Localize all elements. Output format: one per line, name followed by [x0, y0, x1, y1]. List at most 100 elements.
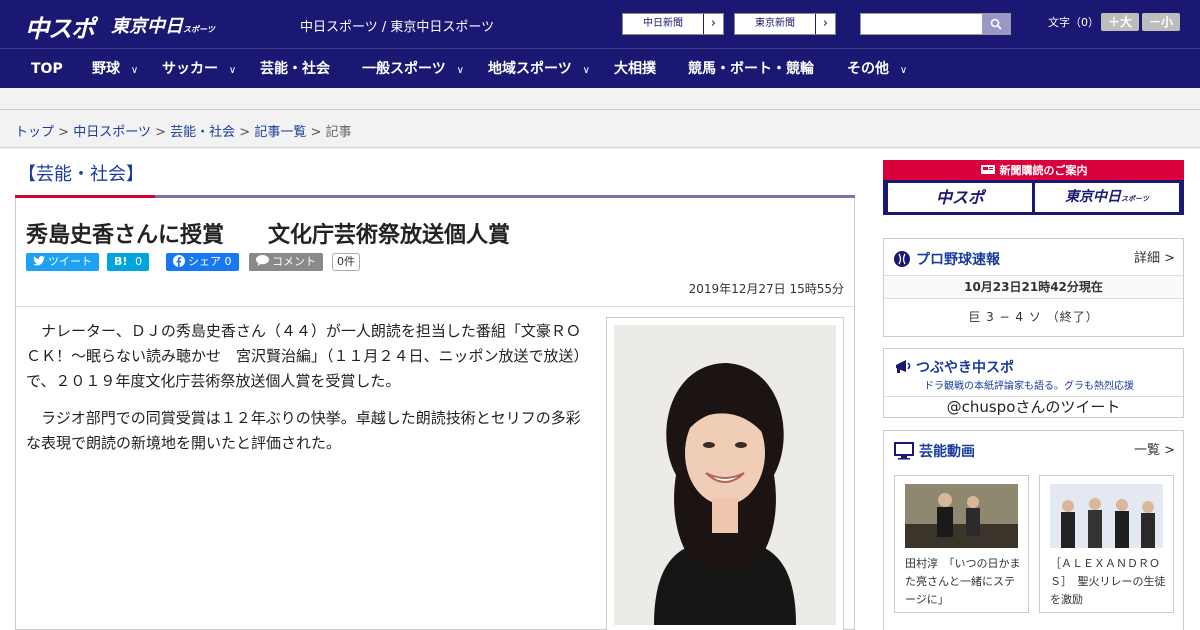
nav-item-entertainment[interactable]: 芸能・社会 — [260, 49, 330, 89]
tokyo-shimbun-label: 東京新聞 — [755, 18, 795, 29]
search-box — [860, 13, 1011, 35]
font-larger-button[interactable]: ＋大 — [1101, 13, 1139, 31]
article-body: ナレーター、ＤＪの秀島史香さん（４４）が一人朗読を担当した番組「文豪ＲＯＣＫ！～… — [26, 319, 591, 468]
search-icon — [990, 18, 1002, 30]
breadcrumb-article-list[interactable]: 記事一覧 — [254, 125, 306, 140]
hatena-count: 0 — [135, 255, 143, 268]
breadcrumb-current: 記事 — [325, 125, 352, 140]
subscribe-tokyo-sub: スポーツ — [1121, 195, 1149, 203]
tsubuyaki-heading: つぶやき中スポ — [894, 357, 1014, 377]
nav-item-label: その他 — [847, 61, 889, 77]
nav-item-sumo[interactable]: 大相撲 — [614, 49, 656, 89]
video-card[interactable]: 田村淳 「いつの日かまた亮さんと一緒にステージに」 — [894, 475, 1029, 613]
entertainment-video-widget: 芸能動画 一覧 > 田村淳 「いつの日かまた亮さんと一緒にステージに」 ［ＡＬＥ… — [883, 430, 1184, 630]
chevron-down-icon: ∨ — [228, 65, 237, 76]
tsubuyaki-widget: つぶやき中スポ ドラ観戦の本紙評論家も語る。グラも熱烈応援 @chuspoさんの… — [883, 348, 1184, 418]
nav-item-baseball[interactable]: 野球 ∨ — [92, 49, 138, 91]
nav-item-label: 野球 — [92, 61, 120, 77]
subscription-title-text: 新聞購読のご案内 — [999, 164, 1088, 177]
portrait-illustration — [614, 325, 836, 625]
tweet-label: ツイート — [48, 255, 92, 268]
nav-item-other[interactable]: その他 ∨ — [847, 49, 907, 91]
nav-item-label: 地域スポーツ — [488, 61, 572, 77]
entertainment-video-title: 芸能動画 — [919, 444, 975, 460]
megaphone-icon — [896, 360, 911, 373]
tokyo-logo-sub: スポーツ — [183, 25, 215, 34]
video-thumbnail-illustration — [1050, 484, 1163, 548]
tweet-button[interactable]: ツイート — [26, 253, 99, 271]
nav-item-label: 一般スポーツ — [362, 61, 446, 77]
chevron-right-icon: › — [703, 14, 723, 34]
portrait-image — [614, 325, 836, 625]
chuspo-logo[interactable]: 中スポ — [25, 9, 95, 44]
article-photo[interactable] — [606, 317, 844, 630]
nav-item-regional-sports[interactable]: 地域スポーツ ∨ — [488, 49, 590, 91]
chunichi-shimbun-button[interactable]: 中日新聞 › — [622, 13, 724, 35]
chevron-down-icon: ∨ — [130, 65, 139, 76]
newspaper-icon — [980, 165, 995, 174]
site-links[interactable]: 中日スポーツ / 東京中日スポーツ — [300, 16, 494, 35]
pro-baseball-widget: プロ野球速報 詳細 > 10月23日21時42分現在 巨 3 − 4 ソ （終了… — [883, 238, 1184, 337]
facebook-icon — [173, 255, 185, 267]
baseball-score[interactable]: 巨 3 − 4 ソ （終了） — [884, 308, 1183, 325]
video-card[interactable]: ［ＡＬＥＸＡＮＤＲＯＳ］ 聖火リレーの生徒を激励 — [1039, 475, 1174, 613]
breadcrumb-separator: > — [58, 125, 70, 140]
comment-count[interactable]: 0件 — [332, 253, 360, 271]
baseball-updated: 10月23日21時42分現在 — [884, 275, 1183, 299]
video-thumbnail — [1050, 484, 1163, 548]
main-nav: TOP 野球 ∨ サッカー ∨ 芸能・社会 一般スポーツ ∨ 地域スポーツ ∨ … — [0, 48, 1200, 88]
breadcrumb-entertainment[interactable]: 芸能・社会 — [170, 125, 235, 140]
article-paragraph: ナレーター、ＤＪの秀島史香さん（４４）が一人朗読を担当した番組「文豪ＲＯＣＫ！～… — [26, 322, 589, 390]
nav-item-label: サッカー — [162, 61, 218, 77]
pro-baseball-title: プロ野球速報 — [916, 252, 1000, 268]
entertainment-video-heading: 芸能動画 — [894, 441, 975, 461]
tsubuyaki-title: つぶやき中スポ — [916, 360, 1014, 376]
article-date: 2019年12月27日 15時55分 — [688, 282, 844, 296]
article-divider — [16, 306, 854, 307]
video-thumbnail — [905, 484, 1018, 548]
hatena-bookmark-button[interactable]: B! 0 — [107, 253, 150, 271]
comment-label: コメント — [272, 255, 316, 268]
breadcrumb-separator: > — [155, 125, 166, 140]
comment-bubble-icon — [256, 255, 269, 266]
video-caption: 田村淳 「いつの日かまた亮さんと一緒にステージに」 — [905, 557, 1021, 606]
facebook-share-label: シェア — [188, 255, 221, 268]
chevron-down-icon: ∨ — [456, 65, 464, 76]
twitter-bird-icon — [33, 256, 45, 266]
tokyo-chunichi-logo[interactable]: 東京中日スポーツ — [111, 12, 215, 38]
facebook-share-button[interactable]: シェア 0 — [166, 253, 239, 271]
breadcrumb-chunichi-sports[interactable]: 中日スポーツ — [73, 125, 151, 140]
category-heading: 【芸能・社会】 — [18, 164, 144, 185]
search-input[interactable] — [861, 14, 982, 34]
site-header: 中スポ 東京中日スポーツ 中日スポーツ / 東京中日スポーツ 中日新聞 › 東京… — [0, 0, 1200, 48]
chevron-right-icon: › — [815, 14, 835, 34]
nav-item-soccer[interactable]: サッカー ∨ — [162, 49, 236, 91]
nav-item-top[interactable]: TOP — [31, 49, 63, 89]
breadcrumb-top[interactable]: トップ — [15, 125, 54, 140]
baseball-icon — [894, 251, 910, 267]
subscribe-chuspo-button[interactable]: 中スポ — [888, 183, 1032, 212]
facebook-count: 0 — [224, 255, 232, 268]
video-thumbnail-illustration — [905, 484, 1018, 548]
subscription-title: 新聞購読のご案内 — [883, 162, 1184, 178]
pro-baseball-heading: プロ野球速報 — [894, 249, 1000, 269]
spacer-strip — [0, 88, 1200, 110]
breadcrumb-separator: > — [310, 125, 322, 140]
video-list-link[interactable]: 一覧 > — [1134, 439, 1175, 458]
breadcrumb: トップ > 中日スポーツ > 芸能・社会 > 記事一覧 > 記事 — [0, 110, 1200, 148]
tokyo-shimbun-button[interactable]: 東京新聞 › — [734, 13, 836, 35]
font-smaller-button[interactable]: －小 — [1142, 13, 1180, 31]
search-button[interactable] — [982, 14, 1010, 34]
comment-button[interactable]: コメント — [249, 253, 323, 271]
nav-item-racing[interactable]: 競馬・ボート・競輪 — [688, 49, 814, 89]
tsubuyaki-tweets-link[interactable]: @chuspoさんのツイート — [884, 396, 1183, 418]
main-content: 【芸能・社会】 秀島史香さんに授賞 文化庁芸術祭放送個人賞 ツイート B! 0 … — [0, 149, 1200, 630]
monitor-icon — [894, 442, 914, 460]
video-caption: ［ＡＬＥＸＡＮＤＲＯＳ］ 聖火リレーの生徒を激励 — [1050, 557, 1166, 606]
subscribe-tokyo-chunichi-button[interactable]: 東京中日スポーツ — [1035, 183, 1179, 212]
nav-item-general-sports[interactable]: 一般スポーツ ∨ — [362, 49, 464, 91]
tokyo-logo-text: 東京中日 — [111, 16, 183, 37]
baseball-detail-link[interactable]: 詳細 > — [1134, 247, 1175, 266]
article-paragraph: ラジオ部門での同賞受賞は１２年ぶりの快挙。卓越した朗読技術とセリフの多彩な表現で… — [26, 409, 581, 452]
tsubuyaki-subtitle: ドラ観戦の本紙評論家も語る。グラも熱烈応援 — [924, 381, 1134, 392]
